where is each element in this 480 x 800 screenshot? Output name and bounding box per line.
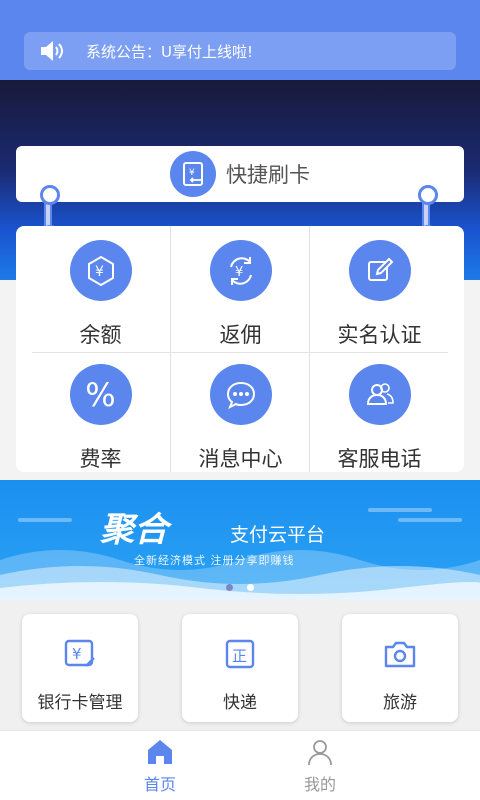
tab-mine[interactable]: 我的 (280, 737, 360, 795)
grid-label: 余额 (79, 323, 122, 347)
chat-bubble-icon (209, 364, 272, 425)
people-icon (348, 364, 411, 425)
service-bank-card-management[interactable]: ¥ 银行卡管理 (22, 614, 138, 722)
notice-text: 系统公告：U享付上线啦! (86, 42, 253, 61)
banner-dot[interactable] (226, 584, 233, 591)
tab-label: 首页 (143, 775, 176, 794)
bank-card-icon: ¥ (64, 639, 95, 667)
service-label: 快递 (223, 693, 257, 713)
grid-label: 实名认证 (337, 323, 422, 347)
grid-item-customer-service[interactable]: 客服电话 (305, 350, 454, 473)
promo-banner[interactable]: 聚合 支付云平台 全新经济模式 注册分享即赚钱 (0, 480, 480, 600)
grid-label: 客服电话 (337, 447, 422, 471)
service-label: 银行卡管理 (37, 693, 123, 713)
speaker-icon (41, 41, 63, 61)
banner-logo: 聚合 (100, 510, 168, 550)
notice-bar[interactable]: 系统公告：U享付上线啦! (24, 32, 456, 70)
grid-item-verification[interactable]: 实名认证 (305, 226, 454, 349)
grid-label: 消息中心 (198, 447, 283, 471)
svg-text:¥: ¥ (72, 645, 82, 663)
service-express[interactable]: 正 快递 (182, 614, 298, 722)
tab-label: 我的 (303, 775, 336, 794)
banner-subtitle: 全新经济模式 注册分享即赚钱 (134, 554, 295, 567)
service-travel[interactable]: 旅游 (342, 614, 458, 722)
tab-home[interactable]: 首页 (120, 737, 200, 795)
camera-icon (384, 641, 416, 668)
function-grid: ¥ 余额 ¥ 返佣 实名认证 % 费率 消息中心 客服电话 (16, 226, 464, 472)
svg-text:¥: ¥ (235, 265, 243, 280)
svg-text:正: 正 (232, 647, 247, 665)
bottom-tab-bar: 首页 我的 (0, 730, 480, 800)
top-bar: 系统公告：U享付上线啦! (0, 0, 480, 80)
quick-swipe-button[interactable]: ¥ 快捷刷卡 (16, 146, 464, 202)
banner-pagination (0, 584, 480, 591)
grid-label: 费率 (79, 447, 122, 471)
card-swipe-icon: ¥ (170, 151, 216, 197)
service-label: 旅游 (383, 693, 417, 713)
grid-label: 返佣 (219, 323, 262, 347)
svg-text:¥: ¥ (189, 168, 195, 178)
quick-swipe-label: 快捷刷卡 (226, 163, 310, 187)
grid-item-balance[interactable]: ¥ 余额 (26, 226, 175, 349)
user-icon (308, 740, 332, 766)
express-icon: 正 (225, 639, 255, 669)
percent-icon: % (69, 364, 132, 425)
grid-item-messages[interactable]: 消息中心 (166, 350, 315, 473)
banner-dot-active[interactable] (247, 584, 254, 591)
home-icon (148, 740, 172, 764)
grid-item-rate[interactable]: % 费率 (26, 350, 175, 473)
grid-item-rebate[interactable]: ¥ 返佣 (166, 226, 315, 349)
edit-icon (348, 240, 411, 301)
yuan-refresh-icon: ¥ (209, 240, 272, 301)
banner-title: 支付云平台 (230, 524, 326, 546)
yuan-balance-icon: ¥ (69, 240, 132, 301)
svg-text:¥: ¥ (95, 264, 104, 280)
